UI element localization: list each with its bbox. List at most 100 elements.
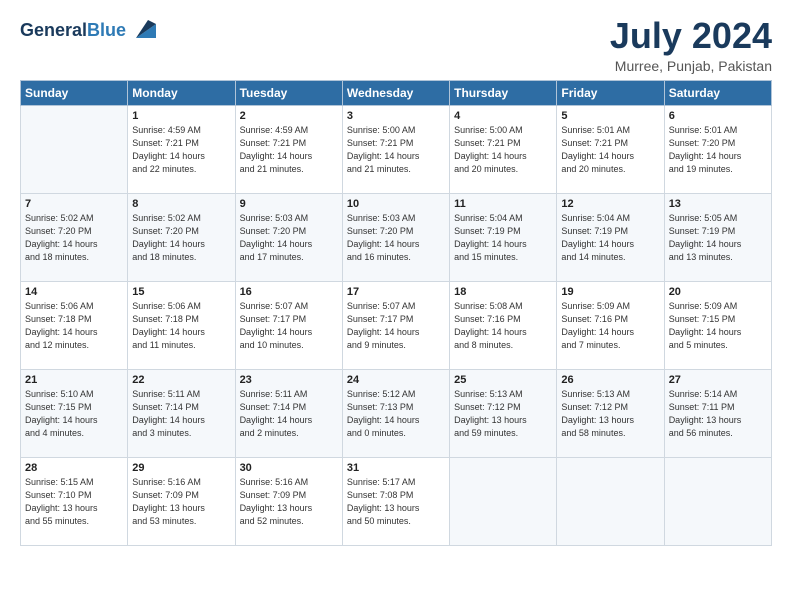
- day-cell: 18Sunrise: 5:08 AM Sunset: 7:16 PM Dayli…: [450, 281, 557, 369]
- day-info: Sunrise: 5:12 AM Sunset: 7:13 PM Dayligh…: [347, 388, 445, 440]
- header-row: Sunday Monday Tuesday Wednesday Thursday…: [21, 80, 772, 105]
- day-info: Sunrise: 5:09 AM Sunset: 7:15 PM Dayligh…: [669, 300, 767, 352]
- day-info: Sunrise: 5:10 AM Sunset: 7:15 PM Dayligh…: [25, 388, 123, 440]
- day-cell: 20 Sunrise: 5:09 AM Sunset: 7:15 PM Dayli…: [664, 281, 771, 369]
- day-cell: 22 Sunrise: 5:11 AM Sunset: 7:14 PM Dayli…: [128, 369, 235, 457]
- day-cell: [664, 457, 771, 545]
- day-number: 31: [347, 462, 445, 474]
- day-number: 26: [561, 374, 659, 386]
- day-cell: 7 Sunrise: 5:02 AM Sunset: 7:20 PM Daylig…: [21, 193, 128, 281]
- day-cell: 3Sunrise: 5:00 AM Sunset: 7:21 PM Daylig…: [342, 105, 449, 193]
- page-container: GeneralBlue July 2024 Murree, Punjab, Pa…: [0, 0, 792, 556]
- day-info: Sunrise: 5:14 AM Sunset: 7:11 PM Dayligh…: [669, 388, 767, 440]
- day-number: 23: [240, 374, 338, 386]
- day-number: 2: [240, 110, 338, 122]
- day-info: Sunrise: 5:16 AM Sunset: 7:09 PM Dayligh…: [132, 476, 230, 528]
- logo-icon: [128, 16, 156, 44]
- day-number: 5: [561, 110, 659, 122]
- day-cell: 12Sunrise: 5:04 AM Sunset: 7:19 PM Dayli…: [557, 193, 664, 281]
- week-row-2: 7 Sunrise: 5:02 AM Sunset: 7:20 PM Daylig…: [21, 193, 772, 281]
- day-info: Sunrise: 5:04 AM Sunset: 7:19 PM Dayligh…: [454, 212, 552, 264]
- day-cell: 11 Sunrise: 5:04 AM Sunset: 7:19 PM Dayli…: [450, 193, 557, 281]
- col-saturday: Saturday: [664, 80, 771, 105]
- day-cell: 6 Sunrise: 5:01 AM Sunset: 7:20 PM Daylig…: [664, 105, 771, 193]
- col-thursday: Thursday: [450, 80, 557, 105]
- day-cell: 21 Sunrise: 5:10 AM Sunset: 7:15 PM Dayli…: [21, 369, 128, 457]
- day-info: Sunrise: 5:06 AM Sunset: 7:18 PM Dayligh…: [25, 300, 123, 352]
- location: Murree, Punjab, Pakistan: [610, 58, 772, 74]
- day-number: 21: [25, 374, 123, 386]
- day-cell: 13 Sunrise: 5:05 AM Sunset: 7:19 PM Dayli…: [664, 193, 771, 281]
- day-info: Sunrise: 5:17 AM Sunset: 7:08 PM Dayligh…: [347, 476, 445, 528]
- day-number: 15: [132, 286, 230, 298]
- day-cell: 26 Sunrise: 5:13 AM Sunset: 7:12 PM Dayli…: [557, 369, 664, 457]
- day-number: 22: [132, 374, 230, 386]
- logo: GeneralBlue: [20, 16, 156, 44]
- col-wednesday: Wednesday: [342, 80, 449, 105]
- day-info: Sunrise: 5:01 AM Sunset: 7:21 PM Dayligh…: [561, 124, 659, 176]
- day-number: 8: [132, 198, 230, 210]
- day-number: 24: [347, 374, 445, 386]
- day-number: 25: [454, 374, 552, 386]
- day-cell: 15Sunrise: 5:06 AM Sunset: 7:18 PM Dayli…: [128, 281, 235, 369]
- day-cell: 10 Sunrise: 5:03 AM Sunset: 7:20 PM Dayli…: [342, 193, 449, 281]
- day-cell: 5 Sunrise: 5:01 AM Sunset: 7:21 PM Daylig…: [557, 105, 664, 193]
- col-sunday: Sunday: [21, 80, 128, 105]
- day-info: Sunrise: 5:03 AM Sunset: 7:20 PM Dayligh…: [347, 212, 445, 264]
- day-info: Sunrise: 5:07 AM Sunset: 7:17 PM Dayligh…: [347, 300, 445, 352]
- day-number: 28: [25, 462, 123, 474]
- day-number: 30: [240, 462, 338, 474]
- day-info: Sunrise: 5:05 AM Sunset: 7:19 PM Dayligh…: [669, 212, 767, 264]
- day-number: 19: [561, 286, 659, 298]
- day-number: 17: [347, 286, 445, 298]
- col-monday: Monday: [128, 80, 235, 105]
- day-info: Sunrise: 5:08 AM Sunset: 7:16 PM Dayligh…: [454, 300, 552, 352]
- day-number: 4: [454, 110, 552, 122]
- day-number: 14: [25, 286, 123, 298]
- day-number: 11: [454, 198, 552, 210]
- logo-text: GeneralBlue: [20, 20, 126, 41]
- day-info: Sunrise: 5:13 AM Sunset: 7:12 PM Dayligh…: [561, 388, 659, 440]
- day-info: Sunrise: 5:04 AM Sunset: 7:19 PM Dayligh…: [561, 212, 659, 264]
- week-row-5: 28Sunrise: 5:15 AM Sunset: 7:10 PM Dayli…: [21, 457, 772, 545]
- day-number: 6: [669, 110, 767, 122]
- day-cell: 19 Sunrise: 5:09 AM Sunset: 7:16 PM Dayli…: [557, 281, 664, 369]
- col-friday: Friday: [557, 80, 664, 105]
- day-number: 9: [240, 198, 338, 210]
- day-cell: 25 Sunrise: 5:13 AM Sunset: 7:12 PM Dayli…: [450, 369, 557, 457]
- day-info: Sunrise: 5:07 AM Sunset: 7:17 PM Dayligh…: [240, 300, 338, 352]
- day-info: Sunrise: 5:16 AM Sunset: 7:09 PM Dayligh…: [240, 476, 338, 528]
- day-cell: 28Sunrise: 5:15 AM Sunset: 7:10 PM Dayli…: [21, 457, 128, 545]
- day-cell: 31 Sunrise: 5:17 AM Sunset: 7:08 PM Dayli…: [342, 457, 449, 545]
- week-row-4: 21 Sunrise: 5:10 AM Sunset: 7:15 PM Dayli…: [21, 369, 772, 457]
- day-cell: 16 Sunrise: 5:07 AM Sunset: 7:17 PM Dayli…: [235, 281, 342, 369]
- day-cell: [21, 105, 128, 193]
- day-cell: 17 Sunrise: 5:07 AM Sunset: 7:17 PM Dayli…: [342, 281, 449, 369]
- day-number: 20: [669, 286, 767, 298]
- day-number: 3: [347, 110, 445, 122]
- header: GeneralBlue July 2024 Murree, Punjab, Pa…: [20, 16, 772, 74]
- calendar-header: Sunday Monday Tuesday Wednesday Thursday…: [21, 80, 772, 105]
- day-info: Sunrise: 4:59 AM Sunset: 7:21 PM Dayligh…: [132, 124, 230, 176]
- day-number: 7: [25, 198, 123, 210]
- day-cell: 29Sunrise: 5:16 AM Sunset: 7:09 PM Dayli…: [128, 457, 235, 545]
- day-number: 13: [669, 198, 767, 210]
- day-number: 10: [347, 198, 445, 210]
- col-tuesday: Tuesday: [235, 80, 342, 105]
- day-info: Sunrise: 5:11 AM Sunset: 7:14 PM Dayligh…: [132, 388, 230, 440]
- day-info: Sunrise: 5:02 AM Sunset: 7:20 PM Dayligh…: [25, 212, 123, 264]
- day-number: 16: [240, 286, 338, 298]
- day-info: Sunrise: 5:03 AM Sunset: 7:20 PM Dayligh…: [240, 212, 338, 264]
- day-info: Sunrise: 5:02 AM Sunset: 7:20 PM Dayligh…: [132, 212, 230, 264]
- day-cell: 30 Sunrise: 5:16 AM Sunset: 7:09 PM Dayli…: [235, 457, 342, 545]
- calendar-table: Sunday Monday Tuesday Wednesday Thursday…: [20, 80, 772, 546]
- month-title: July 2024: [610, 16, 772, 56]
- day-info: Sunrise: 5:09 AM Sunset: 7:16 PM Dayligh…: [561, 300, 659, 352]
- day-cell: 23Sunrise: 5:11 AM Sunset: 7:14 PM Dayli…: [235, 369, 342, 457]
- day-info: Sunrise: 5:13 AM Sunset: 7:12 PM Dayligh…: [454, 388, 552, 440]
- day-info: Sunrise: 5:00 AM Sunset: 7:21 PM Dayligh…: [454, 124, 552, 176]
- day-cell: [557, 457, 664, 545]
- day-info: Sunrise: 5:01 AM Sunset: 7:20 PM Dayligh…: [669, 124, 767, 176]
- day-cell: 8 Sunrise: 5:02 AM Sunset: 7:20 PM Daylig…: [128, 193, 235, 281]
- day-number: 27: [669, 374, 767, 386]
